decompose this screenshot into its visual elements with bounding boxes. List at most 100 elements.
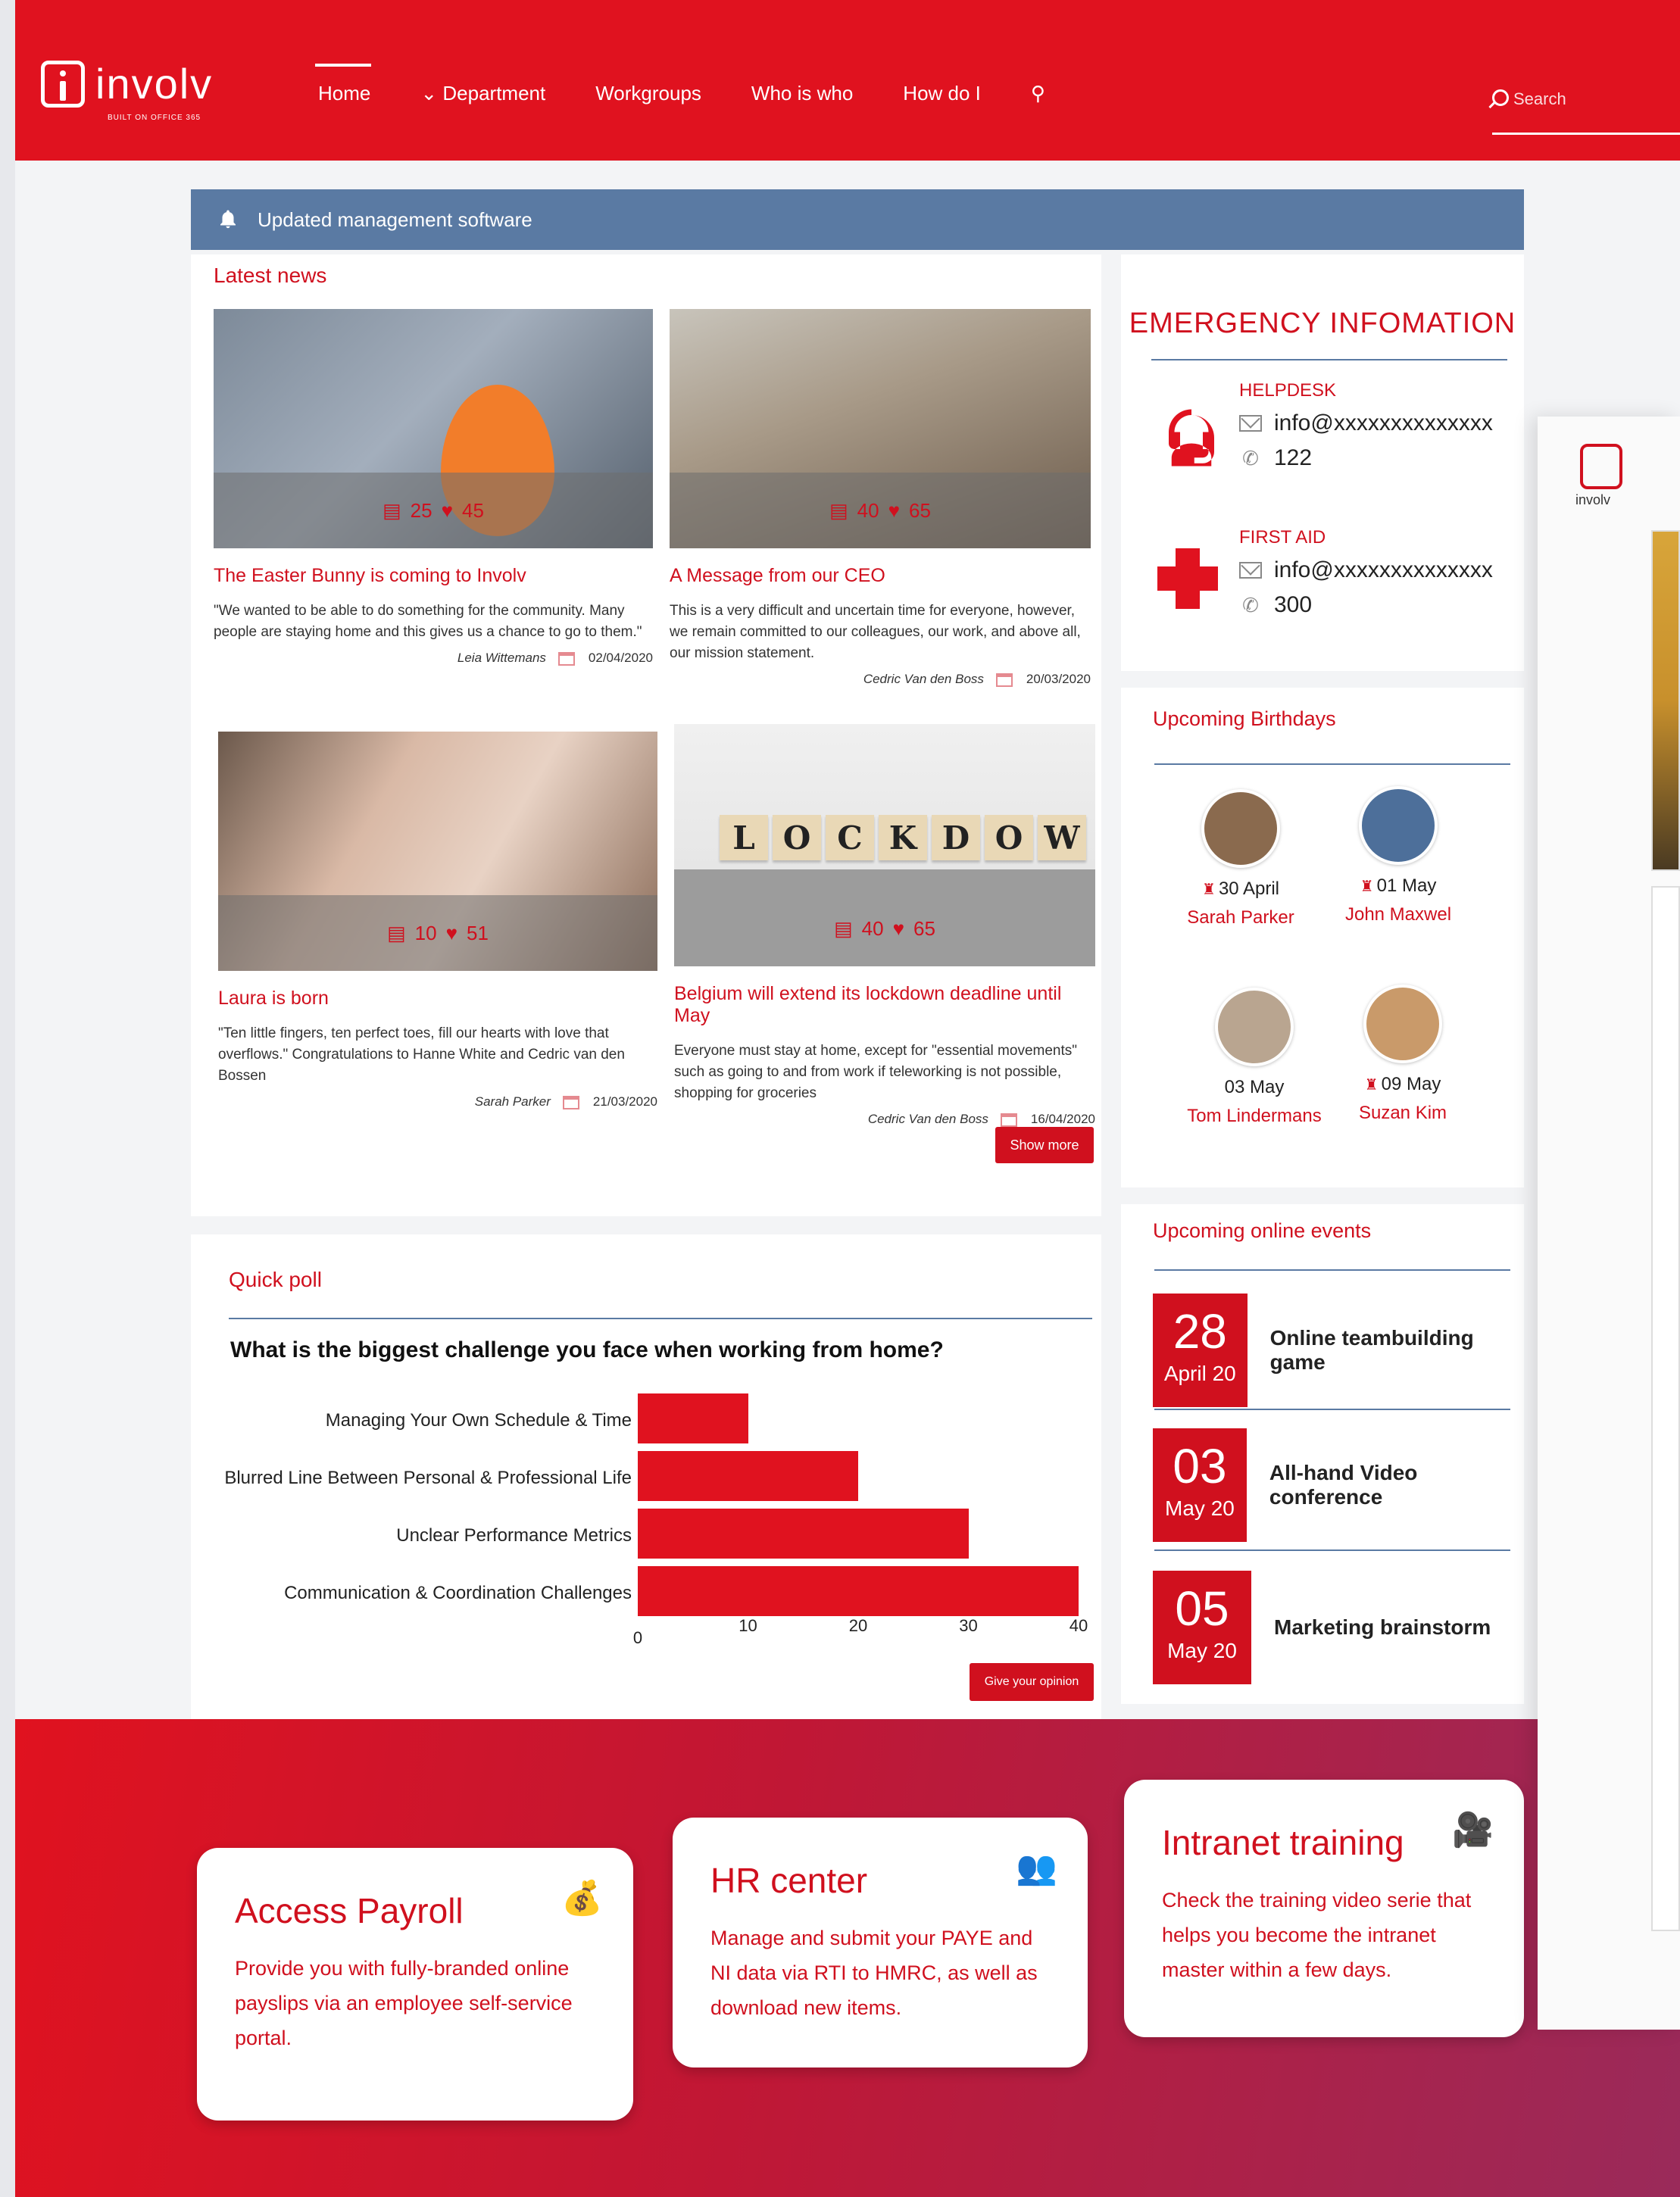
birthday-person[interactable]: ♜ 30 April Sarah Parker <box>1165 789 1316 928</box>
news-title[interactable]: A Message from our CEO <box>670 565 1091 587</box>
intranet-training-card[interactable]: 🎥 Intranet training Check the training v… <box>1124 1780 1524 2037</box>
heart-icon: ♥ <box>445 921 457 944</box>
news-date: 21/03/2020 <box>592 1094 657 1109</box>
news-title[interactable]: The Easter Bunny is coming to Involv <box>214 565 653 587</box>
nav-department[interactable]: ⌄ Department <box>420 82 545 105</box>
news-stats: ▤ 40 ♥ 65 <box>674 891 1095 966</box>
calendar-icon <box>562 1095 579 1109</box>
nav-who-is-who[interactable]: Who is who <box>751 82 853 105</box>
headset-icon <box>1169 409 1214 467</box>
mail-icon <box>1239 415 1262 432</box>
poll-title: Quick poll <box>229 1268 322 1291</box>
hr-center-card[interactable]: 👥 HR center Manage and submit your PAYE … <box>673 1818 1088 2067</box>
preview-card <box>1651 886 1680 1931</box>
birthday-person[interactable]: 03 May Tom Lindermans <box>1179 988 1330 1127</box>
divider <box>229 1318 1092 1319</box>
bar-label: Managing Your Own Schedule & Time <box>325 1410 632 1431</box>
intranet-training-card-text: Check the training video serie that help… <box>1162 1889 1472 1981</box>
firstaid-phone[interactable]: 300 <box>1274 592 1312 618</box>
event-day: 28 <box>1173 1304 1227 1359</box>
mobile-preview-panel: involv <box>1538 417 1680 2030</box>
like-count: 51 <box>467 921 489 944</box>
give-opinion-button[interactable]: Give your opinion <box>970 1663 1094 1701</box>
involv-logo[interactable]: involv BUILT ON OFFICE 365 <box>41 61 213 122</box>
cake-icon: ♜ <box>1364 1077 1379 1094</box>
first-aid-cross-icon <box>1157 548 1218 609</box>
letter-tile: D <box>932 815 980 860</box>
helpdesk-phone-row[interactable]: ✆ 122 <box>1239 445 1493 471</box>
search-box[interactable] <box>1492 89 1680 135</box>
event-name[interactable]: All-hand Video conference <box>1269 1461 1524 1509</box>
involv-logo-icon <box>1580 444 1622 489</box>
news-excerpt: "We wanted to be able to do something fo… <box>214 603 642 640</box>
latest-news-title: Latest news <box>214 264 327 287</box>
news-author: Cedric Van den Boss <box>867 1112 988 1126</box>
x-tick-label: 0 <box>632 1628 643 1647</box>
x-tick-label: 20 <box>848 1616 868 1635</box>
bar-label: Unclear Performance Metrics <box>396 1525 632 1546</box>
news-item[interactable]: ▤ 25 ♥ 45 The Easter Bunny is coming to In… <box>214 309 653 666</box>
birthday-person[interactable]: ♜ 09 May Suzan Kim <box>1327 985 1479 1124</box>
event-item[interactable]: 28 April 20 Online teambuilding game <box>1153 1294 1524 1407</box>
search-input[interactable] <box>1513 89 1665 109</box>
emergency-title: EMERGENCY INFOMATION <box>1129 307 1516 339</box>
news-date: 02/04/2020 <box>588 651 653 665</box>
news-date: 16/04/2020 <box>1030 1112 1095 1126</box>
news-item[interactable]: L O C K D O W ▤ 40 ♥ 65 Belgium will exten… <box>674 724 1095 1127</box>
show-more-button[interactable]: Show more <box>995 1127 1094 1163</box>
poll-question: What is the biggest challenge you face w… <box>230 1337 944 1362</box>
event-name[interactable]: Online teambuilding game <box>1270 1326 1524 1375</box>
event-date-badge: 05 May 20 <box>1153 1571 1251 1684</box>
news-stats: ▤ 40 ♥ 65 <box>670 473 1091 548</box>
x-tick-label: 10 <box>739 1616 757 1635</box>
event-day: 05 <box>1175 1581 1229 1636</box>
helpdesk-phone[interactable]: 122 <box>1274 445 1312 471</box>
alert-banner[interactable]: Updated management software <box>191 189 1524 250</box>
news-excerpt: "Ten little fingers, ten perfect toes, f… <box>218 1025 625 1084</box>
helpdesk-email-row[interactable]: info@xxxxxxxxxxxxxx <box>1239 410 1493 436</box>
helpdesk-email[interactable]: info@xxxxxxxxxxxxxx <box>1274 410 1493 436</box>
news-date: 20/03/2020 <box>1026 672 1091 686</box>
news-author: Sarah Parker <box>474 1094 551 1109</box>
birthdays-panel: Upcoming Birthdays ♜ 30 April Sarah Parke… <box>1121 688 1524 1187</box>
firstaid-email-row[interactable]: info@xxxxxxxxxxxxxx <box>1239 557 1493 583</box>
bar <box>638 1393 748 1443</box>
news-title[interactable]: Laura is born <box>218 988 657 1010</box>
birthday-person[interactable]: ♜ 01 May John Maxwel <box>1322 786 1474 925</box>
event-item[interactable]: 03 May 20 All-hand Video conference <box>1153 1428 1524 1542</box>
hr-center-card-text: Manage and submit your PAYE and NI data … <box>710 1927 1038 2019</box>
nav-workgroups[interactable]: Workgroups <box>595 82 701 105</box>
avatar <box>1201 789 1280 868</box>
helpdesk-label: HELPDESK <box>1239 380 1337 401</box>
birthday-name[interactable]: John Maxwel <box>1322 904 1474 925</box>
news-title[interactable]: Belgium will extend its lockdown deadlin… <box>674 983 1095 1027</box>
divider <box>1154 1409 1510 1410</box>
birthday-name[interactable]: Tom Lindermans <box>1179 1106 1330 1127</box>
letter-tile: C <box>826 815 874 860</box>
firstaid-email[interactable]: info@xxxxxxxxxxxxxx <box>1274 557 1493 583</box>
nav-how-do-i[interactable]: How do I <box>903 82 981 105</box>
intranet-training-card-title: Intranet training <box>1162 1823 1404 1862</box>
event-month: May 20 <box>1167 1639 1237 1662</box>
event-name[interactable]: Marketing brainstorm <box>1274 1615 1491 1640</box>
news-excerpt: This is a very difficult and uncertain t… <box>670 603 1081 661</box>
comment-icon: ▤ <box>383 498 401 522</box>
firstaid-phone-row[interactable]: ✆ 300 <box>1239 592 1493 618</box>
nav-home[interactable]: Home <box>314 64 372 105</box>
user-key-icon[interactable]: ⚲ <box>1031 82 1045 105</box>
cake-icon: ♜ <box>1202 882 1216 898</box>
news-item[interactable]: ▤ 40 ♥ 65 A Message from our CEO This is a… <box>670 309 1091 687</box>
news-meta: Sarah Parker 21/03/2020 <box>218 1094 657 1109</box>
calendar-icon <box>1000 1113 1017 1127</box>
birthday-date-text: 09 May <box>1381 1074 1441 1094</box>
divider <box>1151 359 1507 360</box>
birthday-date-text: 03 May <box>1224 1077 1285 1097</box>
x-tick-label: 40 <box>1069 1616 1088 1635</box>
news-item[interactable]: ▤ 10 ♥ 51 Laura is born "Ten little finger… <box>218 732 657 1109</box>
events-panel: Upcoming online events 28 April 20 Online… <box>1121 1204 1524 1704</box>
event-item[interactable]: 05 May 20 Marketing brainstorm <box>1153 1571 1491 1684</box>
birthday-name[interactable]: Suzan Kim <box>1327 1103 1479 1124</box>
birthday-name[interactable]: Sarah Parker <box>1165 907 1316 928</box>
payroll-card[interactable]: 💰 Access Payroll Provide you with fully-… <box>197 1848 633 2121</box>
event-date-badge: 03 May 20 <box>1153 1428 1247 1542</box>
